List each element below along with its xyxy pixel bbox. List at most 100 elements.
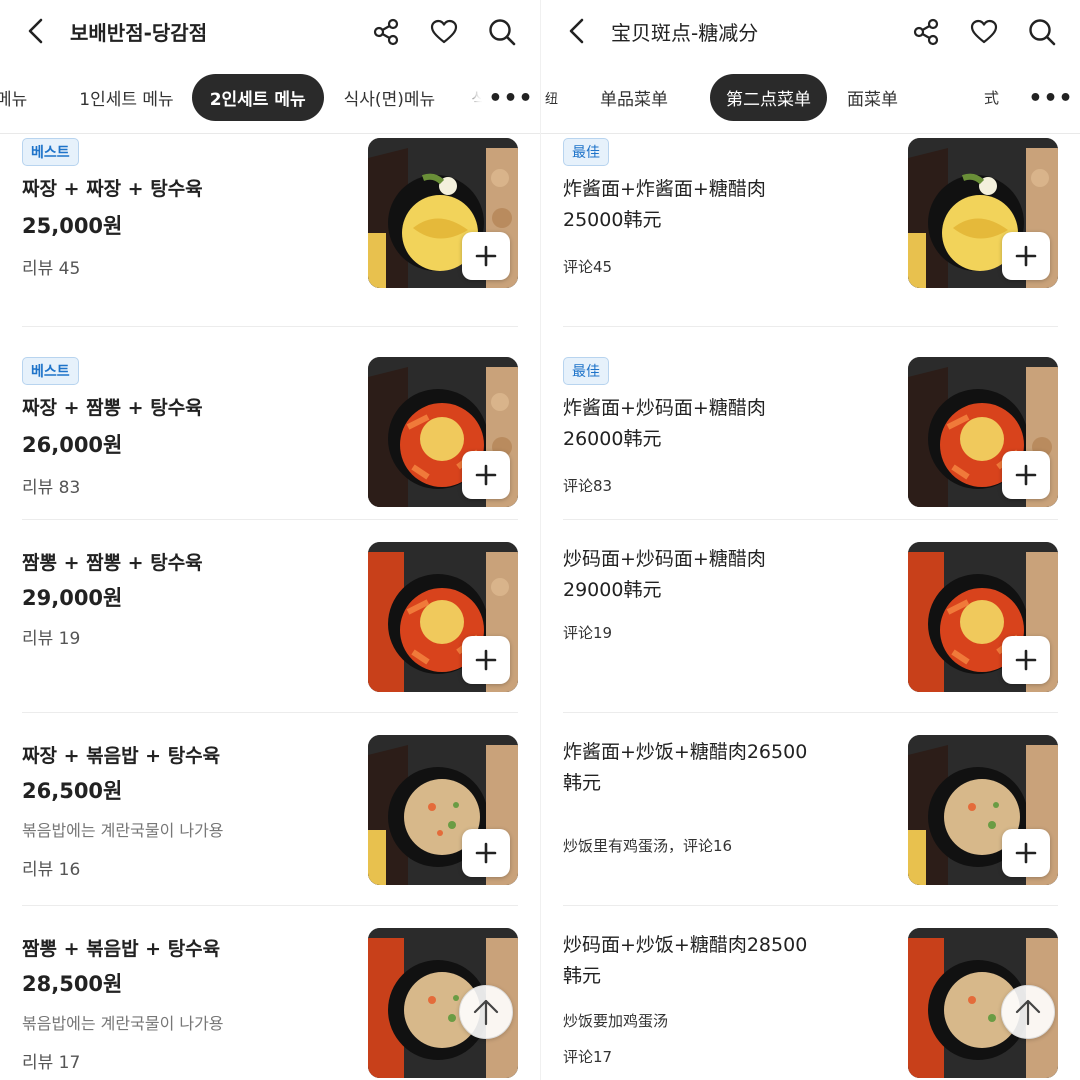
category-tabs: 메뉴 1인세트 메뉴 2인세트 메뉴 식사(면)메뉴 식 ••• (0, 62, 540, 134)
right-panel: 宝贝斑点-糖减分 纽 单品菜单 第二点菜单 面菜单 式 ••• 最佳 炸酱面+炸… (540, 0, 1080, 1080)
food-image (908, 138, 1058, 288)
add-button[interactable] (1002, 232, 1050, 280)
food-image (908, 357, 1058, 507)
menu-item[interactable]: 짬뽕 + 볶음밥 + 탕수육 28,500원 볶음밥에는 계란국물이 나가용 리… (22, 906, 518, 1080)
share-button[interactable] (908, 14, 944, 50)
menu-item[interactable]: 最佳 炸酱面+炸酱面+糖醋肉25000韩元 评论45 (563, 134, 1058, 327)
tab-menu[interactable]: 메뉴 (0, 77, 43, 118)
category-tabs: 纽 单品菜单 第二点菜单 面菜单 式 ••• (541, 62, 1080, 134)
menu-list: 最佳 炸酱面+炸酱面+糖醋肉25000韩元 评论45 最佳 炸酱面+炒码面+糖醋… (541, 134, 1080, 1080)
menu-item-note: 볶음밥에는 계란국물이 나가용 (22, 821, 224, 840)
menu-item[interactable]: 最佳 炸酱面+炒码面+糖醋肉26000韩元 评论83 (563, 327, 1058, 520)
menu-item-name: 짬뽕 + 볶음밥 + 탕수육 (22, 938, 221, 960)
menu-item-name: 짬뽕 + 짬뽕 + 탕수육 (22, 552, 203, 574)
tab-menu[interactable]: 纽 (541, 80, 574, 115)
add-button[interactable] (1002, 451, 1050, 499)
chevron-left-icon (569, 18, 584, 44)
review-count: 리뷰 16 (22, 860, 81, 880)
search-icon (489, 19, 516, 46)
left-panel: 보배반점-당감점 메뉴 1인세트 메뉴 2인세트 메뉴 식사(면)메뉴 식 ••… (0, 0, 540, 1080)
menu-item[interactable]: 짜장 + 볶음밥 + 탕수육 26,500원 볶음밥에는 계란국물이 나가용 리… (22, 713, 518, 906)
menu-item[interactable]: 炸酱面+炒饭+糖醋肉26500韩元 炒饭里有鸡蛋汤，评论16 (563, 713, 1058, 906)
store-title: 보배반점-당감점 (70, 20, 208, 45)
plus-icon (475, 245, 497, 267)
tab-single-menu[interactable]: 单品菜单 (584, 77, 684, 118)
more-tabs-button[interactable]: ••• (1028, 86, 1073, 111)
review-count: 리뷰 83 (22, 478, 81, 498)
search-button[interactable] (1024, 14, 1060, 50)
arrow-up-icon (473, 999, 499, 1026)
plus-icon (475, 464, 497, 486)
back-button[interactable] (22, 17, 50, 45)
add-button[interactable] (462, 451, 510, 499)
share-icon (373, 18, 399, 46)
more-tabs-button[interactable]: ••• (488, 86, 533, 111)
back-button[interactable] (563, 17, 591, 45)
review-count: 评论45 (563, 258, 613, 276)
share-icon (913, 18, 939, 46)
review-count: 评论83 (563, 477, 613, 495)
chevron-left-icon (28, 18, 43, 44)
menu-item-note: 炒饭要加鸡蛋汤 (563, 1012, 669, 1030)
tab-noodle-menu[interactable]: 식사(면)메뉴 (328, 77, 451, 118)
favorite-button[interactable] (966, 14, 1002, 50)
plus-icon (1015, 842, 1037, 864)
add-button[interactable] (1002, 636, 1050, 684)
add-button[interactable] (462, 232, 510, 280)
menu-item-name: 짜장 + 볶음밥 + 탕수육 (22, 745, 221, 767)
menu-item-price: 25,000원 (22, 214, 123, 238)
menu-list: 베스트 짜장 + 짜장 + 탕수육 25,000원 리뷰 45 베스트 짜장 +… (0, 134, 540, 1080)
add-button[interactable] (462, 636, 510, 684)
menu-item[interactable]: 베스트 짜장 + 짜장 + 탕수육 25,000원 리뷰 45 (22, 134, 518, 327)
menu-item[interactable]: 炒码面+炒饭+糖醋肉28500韩元 炒饭要加鸡蛋汤 评论17 (563, 906, 1058, 1080)
food-image (368, 357, 518, 507)
menu-item-price: 26,000원 (22, 433, 123, 457)
menu-item-price: 28,500원 (22, 972, 123, 996)
menu-item-name: 炒码面+炒饭+糖醋肉28500韩元 (563, 934, 808, 987)
tab-single-set[interactable]: 1인세트 메뉴 (63, 77, 189, 118)
best-badge: 베스트 (22, 357, 79, 385)
menu-item-name: 炸酱面+炒饭+糖醋肉26500韩元 (563, 741, 808, 794)
menu-item-note: 炒饭里有鸡蛋汤，评论16 (563, 837, 733, 855)
menu-item[interactable]: 짬뽕 + 짬뽕 + 탕수육 29,000원 리뷰 19 (22, 520, 518, 713)
scroll-to-top-button[interactable] (459, 985, 513, 1039)
plus-icon (475, 649, 497, 671)
plus-icon (1015, 245, 1037, 267)
share-button[interactable] (368, 14, 404, 50)
add-button[interactable] (462, 829, 510, 877)
review-count: 리뷰 19 (22, 629, 81, 649)
food-image (368, 138, 518, 288)
tab-two-person-set[interactable]: 2인세트 메뉴 (191, 74, 324, 121)
menu-item-price: 29,000원 (22, 586, 123, 610)
heart-icon (970, 19, 998, 44)
menu-item-price: 26,500원 (22, 779, 123, 803)
search-button[interactable] (484, 14, 520, 50)
plus-icon (475, 842, 497, 864)
best-badge: 베스트 (22, 138, 79, 166)
review-count: 评论17 (563, 1048, 613, 1066)
arrow-up-icon (1015, 999, 1041, 1026)
menu-item[interactable]: 베스트 짜장 + 짬뽕 + 탕수육 26,000원 리뷰 83 (22, 327, 518, 520)
menu-item[interactable]: 炒码面+炒码面+糖醋肉29000韩元 评论19 (563, 520, 1058, 713)
best-badge: 最佳 (563, 357, 609, 385)
favorite-button[interactable] (426, 14, 462, 50)
scroll-to-top-button[interactable] (1001, 985, 1055, 1039)
search-icon (1029, 19, 1056, 46)
menu-item-name: 짜장 + 짬뽕 + 탕수육 (22, 397, 203, 419)
tab-partial[interactable]: 式 (968, 79, 1015, 116)
menu-item-name: 짜장 + 짜장 + 탕수육 (22, 178, 203, 200)
food-image (908, 542, 1058, 692)
tab-noodle-menu[interactable]: 面菜单 (831, 77, 914, 118)
add-button[interactable] (1002, 829, 1050, 877)
menu-item-note: 볶음밥에는 계란국물이 나가용 (22, 1014, 224, 1033)
food-image (368, 542, 518, 692)
header: 보배반점-당감점 (0, 0, 540, 62)
store-title: 宝贝斑点-糖减分 (611, 20, 759, 45)
menu-item-name: 炸酱面+炸酱面+糖醋肉25000韩元 (563, 178, 766, 231)
food-image (908, 735, 1058, 885)
plus-icon (1015, 464, 1037, 486)
review-count: 评论19 (563, 624, 613, 642)
plus-icon (1015, 649, 1037, 671)
tab-two-person-set[interactable]: 第二点菜单 (710, 74, 828, 121)
header: 宝贝斑点-糖减分 (541, 0, 1080, 62)
